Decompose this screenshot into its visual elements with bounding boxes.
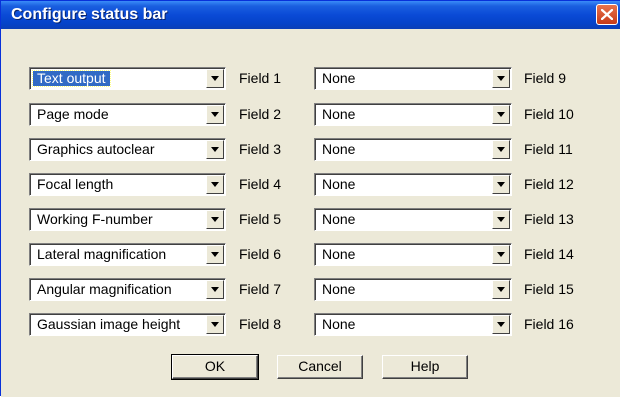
field-9-value: None [322,70,356,86]
field-2-value: Page mode [37,106,109,122]
field-13-select[interactable]: None [314,208,512,231]
field-4-label: Field 4 [239,176,282,192]
field-16-label: Field 16 [524,316,574,332]
dropdown-arrow-icon[interactable] [492,140,510,159]
field-10-label: Field 10 [524,106,574,122]
field-4-value: Focal length [37,176,114,192]
field-11-select[interactable]: None [314,138,512,161]
dropdown-arrow-icon[interactable] [492,175,510,194]
window-title: Configure status bar [11,6,168,23]
field-9-label: Field 9 [524,70,567,86]
dropdown-arrow-icon[interactable] [492,105,510,124]
field-16-value: None [322,316,356,332]
field-7-select[interactable]: Angular magnification [29,278,226,301]
configure-status-bar-dialog: Configure status bar Text output Field 1… [0,0,620,397]
field-13-label: Field 13 [524,211,574,227]
field-3-value: Graphics autoclear [37,141,155,157]
close-button[interactable] [596,4,618,25]
dropdown-arrow-icon[interactable] [492,210,510,229]
field-3-select[interactable]: Graphics autoclear [29,138,226,161]
field-11-value: None [322,141,356,157]
field-2-label: Field 2 [239,106,282,122]
field-10-select[interactable]: None [314,103,512,126]
dropdown-arrow-icon[interactable] [492,69,510,88]
field-14-value: None [322,246,356,262]
dropdown-arrow-icon[interactable] [206,175,224,194]
field-9-select[interactable]: None [314,67,512,90]
dropdown-arrow-icon[interactable] [206,105,224,124]
field-6-select[interactable]: Lateral magnification [29,243,226,266]
field-6-label: Field 6 [239,246,282,262]
dropdown-arrow-icon[interactable] [206,69,224,88]
field-10-value: None [322,106,356,122]
field-8-value: Gaussian image height [37,316,181,332]
dropdown-arrow-icon[interactable] [206,140,224,159]
dropdown-arrow-icon[interactable] [492,315,510,334]
dropdown-arrow-icon[interactable] [206,280,224,299]
field-12-value: None [322,176,356,192]
field-14-select[interactable]: None [314,243,512,266]
cancel-button[interactable]: Cancel [277,355,363,379]
field-5-value: Working F-number [37,211,153,227]
field-1-select[interactable]: Text output [29,67,226,90]
field-8-label: Field 8 [239,316,282,332]
field-15-select[interactable]: None [314,278,512,301]
field-12-label: Field 12 [524,176,574,192]
field-8-select[interactable]: Gaussian image height [29,313,226,336]
field-14-label: Field 14 [524,246,574,262]
ok-button[interactable]: OK [171,354,259,380]
field-5-select[interactable]: Working F-number [29,208,226,231]
field-13-value: None [322,211,356,227]
dropdown-arrow-icon[interactable] [206,315,224,334]
field-16-select[interactable]: None [314,313,512,336]
field-4-select[interactable]: Focal length [29,173,226,196]
close-icon [601,9,613,20]
field-12-select[interactable]: None [314,173,512,196]
field-15-value: None [322,281,356,297]
field-3-label: Field 3 [239,141,282,157]
field-11-label: Field 11 [524,141,573,157]
dropdown-arrow-icon[interactable] [492,245,510,264]
field-5-label: Field 5 [239,211,282,227]
field-6-value: Lateral magnification [37,246,167,262]
field-7-value: Angular magnification [37,281,172,297]
dialog-body: Text output Field 1 Page mode Field 2 Gr… [1,29,620,397]
title-bar[interactable]: Configure status bar [1,1,620,29]
field-7-label: Field 7 [239,281,282,297]
field-2-select[interactable]: Page mode [29,103,226,126]
field-15-label: Field 15 [524,281,574,297]
field-1-value: Text output [32,70,111,87]
help-button[interactable]: Help [382,355,468,379]
dropdown-arrow-icon[interactable] [206,245,224,264]
field-1-label: Field 1 [239,70,282,86]
dropdown-arrow-icon[interactable] [492,280,510,299]
dropdown-arrow-icon[interactable] [206,210,224,229]
